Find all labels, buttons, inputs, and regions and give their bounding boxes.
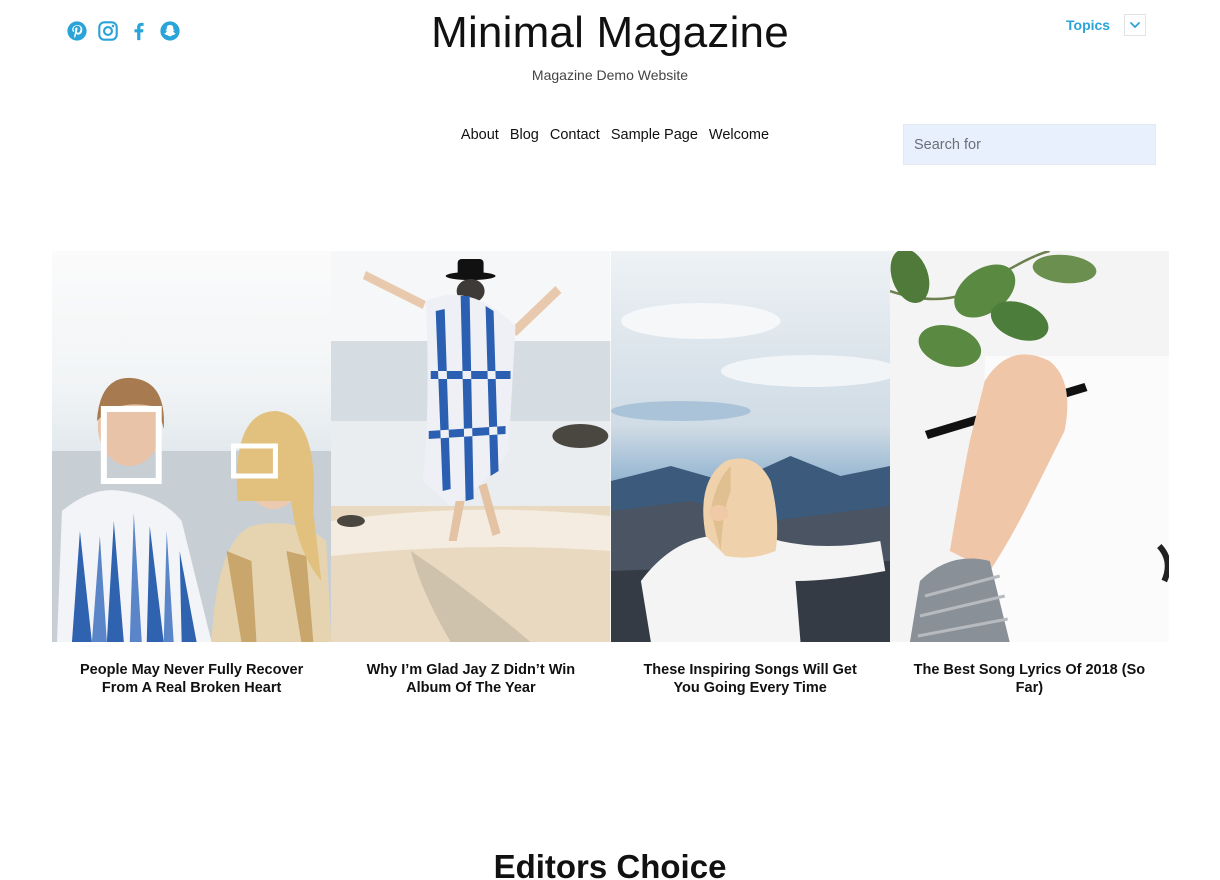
nav-item-blog[interactable]: Blog bbox=[510, 127, 539, 143]
post-title[interactable]: The Best Song Lyrics Of 2018 (So Far) bbox=[890, 661, 1169, 697]
search-input[interactable] bbox=[903, 124, 1156, 165]
site-tagline: Magazine Demo Website bbox=[531, 67, 689, 83]
featured-post[interactable]: People May Never Fully Recover From A Re… bbox=[52, 251, 332, 697]
featured-posts: People May Never Fully Recover From A Re… bbox=[52, 251, 1169, 697]
post-thumbnail[interactable] bbox=[889, 251, 1169, 642]
post-thumbnail[interactable] bbox=[610, 251, 890, 642]
topics-label[interactable]: Topics bbox=[1066, 17, 1110, 33]
nav-item-about[interactable]: About bbox=[461, 127, 499, 143]
post-thumbnail[interactable] bbox=[52, 251, 332, 642]
post-title[interactable]: Why I’m Glad Jay Z Didn’t Win Album Of T… bbox=[331, 661, 610, 697]
nav-item-sample-page[interactable]: Sample Page bbox=[611, 127, 698, 143]
nav-item-welcome[interactable]: Welcome bbox=[709, 127, 769, 143]
topics-menu[interactable]: Topics bbox=[1066, 14, 1147, 36]
post-thumbnail[interactable] bbox=[331, 251, 611, 642]
post-title[interactable]: People May Never Fully Recover From A Re… bbox=[52, 661, 331, 697]
featured-post[interactable]: These Inspiring Songs Will Get You Going… bbox=[610, 251, 890, 697]
site-title[interactable]: Minimal Magazine bbox=[0, 8, 1220, 58]
page: Minimal Magazine Magazine Demo Website T… bbox=[0, 0, 1220, 880]
nav-item-contact[interactable]: Contact bbox=[550, 127, 600, 143]
featured-post[interactable]: The Best Song Lyrics Of 2018 (So Far) bbox=[889, 251, 1169, 697]
chevron-down-icon[interactable] bbox=[1124, 14, 1147, 36]
featured-post[interactable]: Why I’m Glad Jay Z Didn’t Win Album Of T… bbox=[331, 251, 611, 697]
post-title[interactable]: These Inspiring Songs Will Get You Going… bbox=[611, 661, 890, 697]
section-heading-editors-choice: Editors Choice bbox=[493, 848, 727, 880]
